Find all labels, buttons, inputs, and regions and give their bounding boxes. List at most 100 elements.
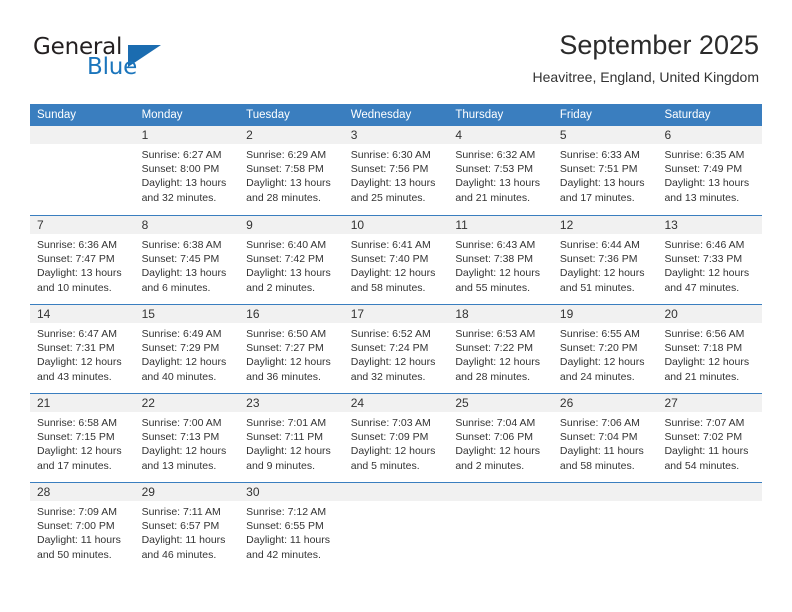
calendar-day-cell[interactable]: 14 Sunrise: 6:47 AM Sunset: 7:31 PM Dayligh… (30, 305, 135, 393)
day-number: 25 (455, 396, 469, 410)
calendar-grid: Sunday Monday Tuesday Wednesday Thursday Frid… (30, 104, 763, 571)
sunset-text: Sunset: 7:47 PM (37, 253, 115, 266)
daylight-text-line2: and 2 minutes. (455, 459, 525, 472)
calendar-day-cell[interactable]: 9 Sunrise: 6:40 AM Sunset: 7:42 PM Daylight… (239, 216, 344, 304)
calendar-week-row: 1 Sunrise: 6:27 AM Sunset: 8:00 PM Daylight… (30, 126, 763, 215)
day-sun-info: Sunrise: 6:30 AM Sunset: 7:56 PM Daylight:… (344, 144, 449, 205)
daylight-text-line1: Daylight: 11 hours (141, 534, 226, 547)
calendar-day-cell[interactable]: 27 Sunrise: 7:07 AM Sunset: 7:02 PM Dayligh… (657, 394, 763, 482)
calendar-day-cell[interactable]: 11 Sunrise: 6:43 AM Sunset: 7:38 PM Dayligh… (448, 216, 553, 304)
day-number: 9 (246, 218, 253, 232)
calendar-week-row: 28 Sunrise: 7:09 AM Sunset: 7:00 PM Dayligh… (30, 482, 763, 571)
day-number-band: 18 (448, 305, 553, 323)
calendar-day-cell[interactable]: 24 Sunrise: 7:03 AM Sunset: 7:09 PM Dayligh… (343, 394, 449, 482)
calendar-day-cell[interactable]: 8 Sunrise: 6:38 AM Sunset: 7:45 PM Daylight… (134, 216, 240, 304)
calendar-day-cell[interactable]: 3 Sunrise: 6:30 AM Sunset: 7:56 PM Daylight… (343, 126, 449, 215)
day-number-band: 22 (134, 394, 240, 412)
sunrise-text: Sunrise: 6:50 AM (246, 328, 327, 340)
calendar-day-cell[interactable]: 21 Sunrise: 6:58 AM Sunset: 7:15 PM Dayligh… (30, 394, 135, 482)
calendar-day-cell[interactable]: 15 Sunrise: 6:49 AM Sunset: 7:29 PM Dayligh… (134, 305, 240, 393)
day-number-band: 7 (30, 216, 135, 234)
daylight-text-line1: Daylight: 13 hours (141, 177, 227, 190)
sunrise-text: Sunrise: 6:36 AM (37, 239, 117, 251)
daylight-text-line2: and 50 minutes. (37, 548, 112, 561)
calendar-day-cell[interactable]: 28 Sunrise: 7:09 AM Sunset: 7:00 PM Dayligh… (30, 483, 135, 571)
calendar-day-cell[interactable]: 25 Sunrise: 7:04 AM Sunset: 7:06 PM Dayligh… (448, 394, 553, 482)
daylight-text-line1: Daylight: 12 hours (246, 356, 331, 369)
calendar-day-cell[interactable]: 30 Sunrise: 7:12 AM Sunset: 6:55 PM Dayligh… (239, 483, 344, 571)
weekday-header-tuesday: Tuesday (246, 109, 290, 121)
daylight-text-line2: and 10 minutes. (37, 281, 112, 294)
daylight-text-line2: and 54 minutes. (664, 459, 740, 472)
daylight-text-line1: Daylight: 13 hours (141, 267, 227, 280)
daylight-text-line1: Daylight: 12 hours (664, 267, 750, 280)
sunrise-text: Sunrise: 6:32 AM (455, 149, 536, 161)
day-number-band: 2 (239, 126, 344, 144)
day-sun-info: Sunrise: 6:44 AM Sunset: 7:36 PM Daylight:… (553, 234, 658, 295)
calendar-day-cell[interactable]: 17 Sunrise: 6:52 AM Sunset: 7:24 PM Dayligh… (343, 305, 449, 393)
day-number: 13 (664, 218, 678, 232)
daylight-text-line1: Daylight: 13 hours (246, 267, 331, 280)
calendar-day-cell[interactable]: 23 Sunrise: 7:01 AM Sunset: 7:11 PM Dayligh… (239, 394, 344, 482)
sunset-text: Sunset: 7:20 PM (559, 342, 638, 355)
calendar-day-cell[interactable]: 5 Sunrise: 6:33 AM Sunset: 7:51 PM Daylight… (552, 126, 658, 215)
daylight-text-line1: Daylight: 12 hours (455, 267, 540, 280)
sunset-text: Sunset: 7:58 PM (246, 163, 324, 176)
daylight-text-line1: Daylight: 12 hours (37, 356, 122, 369)
day-sun-info: Sunrise: 6:38 AM Sunset: 7:45 PM Daylight:… (135, 234, 240, 295)
day-number: 23 (246, 396, 260, 410)
calendar-day-cell[interactable]: 10 Sunrise: 6:41 AM Sunset: 7:40 PM Dayligh… (343, 216, 449, 304)
weekday-header-row: Sunday Monday Tuesday Wednesday Thursday Frid… (30, 104, 762, 126)
sunset-text: Sunset: 7:53 PM (455, 163, 533, 176)
sunset-text: Sunset: 6:55 PM (246, 520, 324, 533)
sunset-text: Sunset: 7:13 PM (141, 431, 220, 444)
daylight-text-line2: and 17 minutes. (559, 191, 635, 204)
calendar-day-cell[interactable]: 12 Sunrise: 6:44 AM Sunset: 7:36 PM Dayligh… (552, 216, 658, 304)
daylight-text-line2: and 40 minutes. (141, 370, 217, 383)
calendar-day-cell[interactable]: 26 Sunrise: 7:06 AM Sunset: 7:04 PM Dayligh… (552, 394, 658, 482)
day-number-band: 16 (239, 305, 344, 323)
calendar-day-cell[interactable]: 7 Sunrise: 6:36 AM Sunset: 7:47 PM Daylight… (30, 216, 135, 304)
day-sun-info: Sunrise: 6:55 AM Sunset: 7:20 PM Daylight:… (553, 323, 658, 384)
calendar-day-cell[interactable]: 4 Sunrise: 6:32 AM Sunset: 7:53 PM Daylight… (448, 126, 553, 215)
daylight-text-line1: Daylight: 12 hours (350, 445, 436, 458)
calendar-day-cell[interactable]: 1 Sunrise: 6:27 AM Sunset: 8:00 PM Daylight… (134, 126, 240, 215)
day-number-band: 26 (552, 394, 658, 412)
day-number: 12 (559, 218, 574, 232)
day-number: 20 (664, 307, 678, 321)
sunrise-text: Sunrise: 6:44 AM (559, 239, 640, 251)
general-blue-logo[interactable]: General Blue (33, 34, 163, 80)
day-number: 5 (559, 128, 567, 142)
daylight-text-line1: Daylight: 12 hours (37, 445, 122, 458)
day-number-band: 15 (134, 305, 240, 323)
daylight-text-line2: and 9 minutes. (246, 459, 316, 472)
daylight-text-line1: Daylight: 13 hours (350, 177, 436, 190)
calendar-day-cell[interactable]: 13 Sunrise: 6:46 AM Sunset: 7:33 PM Dayligh… (657, 216, 763, 304)
day-number-band: 13 (657, 216, 763, 234)
daylight-text-line2: and 55 minutes. (455, 281, 531, 294)
calendar-day-cell-empty (343, 483, 449, 571)
calendar-day-cell[interactable]: 6 Sunrise: 6:35 AM Sunset: 7:49 PM Daylight… (657, 126, 763, 215)
sunrise-text: Sunrise: 6:55 AM (559, 328, 640, 340)
calendar-day-cell[interactable]: 18 Sunrise: 6:53 AM Sunset: 7:22 PM Dayligh… (448, 305, 553, 393)
calendar-day-cell[interactable]: 2 Sunrise: 6:29 AM Sunset: 7:58 PM Daylight… (239, 126, 344, 215)
sunrise-text: Sunrise: 6:56 AM (664, 328, 745, 340)
calendar-day-cell[interactable]: 16 Sunrise: 6:50 AM Sunset: 7:27 PM Dayligh… (239, 305, 344, 393)
day-sun-info: Sunrise: 6:33 AM Sunset: 7:51 PM Daylight:… (553, 144, 658, 205)
day-number-band (657, 483, 763, 501)
calendar-day-cell[interactable]: 22 Sunrise: 7:00 AM Sunset: 7:13 PM Dayligh… (134, 394, 240, 482)
daylight-text-line1: Daylight: 12 hours (246, 445, 331, 458)
sunset-text: Sunset: 7:18 PM (664, 342, 743, 355)
daylight-text-line2: and 58 minutes. (350, 281, 426, 294)
daylight-text-line2: and 36 minutes. (246, 370, 321, 383)
calendar-day-cell[interactable]: 20 Sunrise: 6:56 AM Sunset: 7:18 PM Dayligh… (657, 305, 763, 393)
day-number: 27 (664, 396, 678, 410)
day-number-band: 3 (343, 126, 449, 144)
daylight-text-line2: and 21 minutes. (455, 191, 531, 204)
calendar-day-cell-empty (448, 483, 553, 571)
sunrise-text: Sunrise: 7:06 AM (559, 417, 640, 429)
daylight-text-line2: and 13 minutes. (141, 459, 217, 472)
sunrise-text: Sunrise: 7:01 AM (246, 417, 327, 429)
calendar-day-cell[interactable]: 29 Sunrise: 7:11 AM Sunset: 6:57 PM Dayligh… (134, 483, 240, 571)
calendar-day-cell[interactable]: 19 Sunrise: 6:55 AM Sunset: 7:20 PM Dayligh… (552, 305, 658, 393)
